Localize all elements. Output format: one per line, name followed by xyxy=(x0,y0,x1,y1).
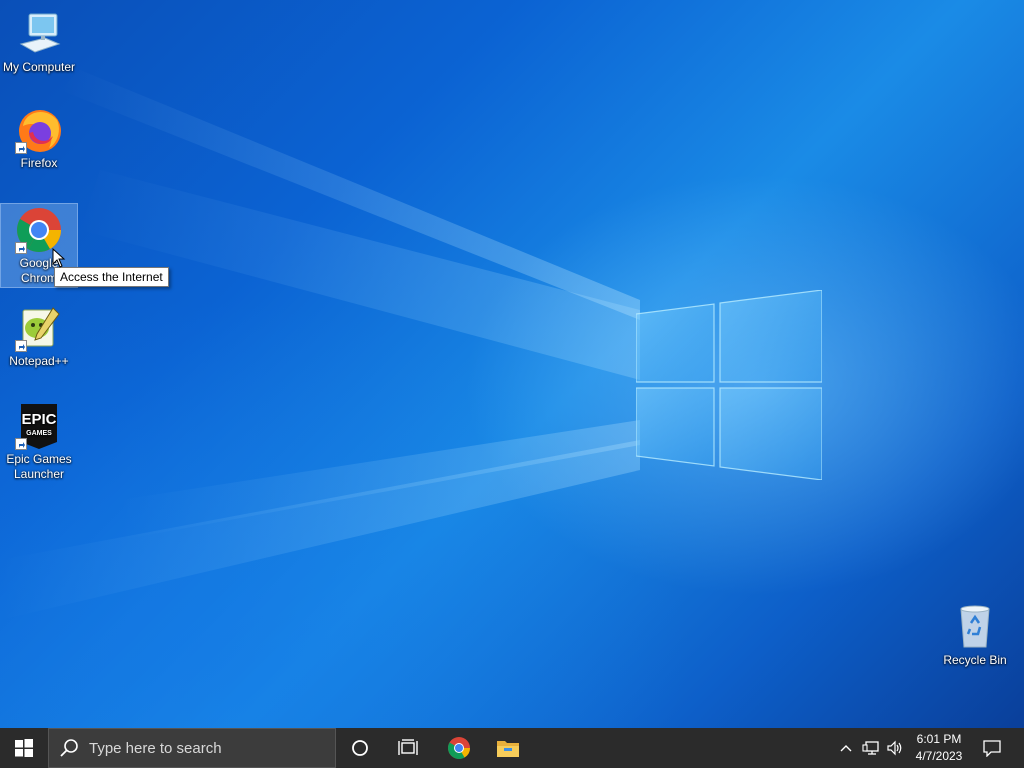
search-icon xyxy=(60,739,78,757)
desktop-icon-firefox[interactable]: Firefox xyxy=(1,106,77,171)
cortana-button[interactable] xyxy=(336,728,384,768)
desktop-icon-epic-games-launcher[interactable]: EPIC GAMES Epic Games Launcher xyxy=(1,402,77,482)
wallpaper-light-beams xyxy=(0,70,640,620)
desktop[interactable]: My Computer Firefox Google Chrom Notepad… xyxy=(0,0,1024,728)
chevron-up-icon xyxy=(840,745,852,752)
search-placeholder: Type here to search xyxy=(89,739,222,757)
icon-label: Recycle Bin xyxy=(943,653,1007,667)
chrome-icon xyxy=(448,737,470,759)
taskbar-app-chrome[interactable] xyxy=(434,728,484,768)
icon-label: Firefox xyxy=(20,156,58,170)
task-view-icon xyxy=(398,739,418,755)
desktop-icon-recycle-bin[interactable]: Recycle Bin xyxy=(937,603,1013,668)
desktop-icon-notepad-plus-plus[interactable]: Notepad++ xyxy=(1,304,77,369)
network-icon xyxy=(862,741,879,755)
task-view-button[interactable] xyxy=(384,728,432,768)
volume-icon xyxy=(887,740,902,756)
action-center-icon xyxy=(983,740,1001,757)
tray-chevron-button[interactable] xyxy=(836,728,856,768)
epic-games-icon: EPIC GAMES xyxy=(15,402,63,450)
taskbar-clock[interactable]: 6:01 PM 4/7/2023 xyxy=(908,731,970,765)
notepadpp-icon xyxy=(15,304,63,352)
firefox-icon xyxy=(15,106,63,154)
tray-volume-button[interactable] xyxy=(884,728,906,768)
shortcut-arrow-icon xyxy=(15,438,27,450)
mouse-cursor-icon xyxy=(52,248,66,268)
icon-label-line2: Launcher xyxy=(13,467,65,481)
action-center-button[interactable] xyxy=(978,728,1006,768)
clock-date: 4/7/2023 xyxy=(915,749,963,763)
icon-label: My Computer xyxy=(2,60,76,74)
epic-logo-text-top: EPIC xyxy=(21,411,56,428)
file-explorer-icon xyxy=(497,741,519,757)
shortcut-arrow-icon xyxy=(15,142,27,154)
tooltip: Access the Internet xyxy=(54,267,169,287)
windows-start-icon xyxy=(15,739,33,757)
taskbar-app-file-explorer[interactable] xyxy=(484,728,532,768)
shortcut-arrow-icon xyxy=(15,242,27,254)
windows-logo-wallpaper xyxy=(636,290,822,480)
recycle-bin-icon xyxy=(951,603,999,651)
computer-icon xyxy=(15,10,63,58)
icon-label: Notepad++ xyxy=(9,354,69,368)
desktop-icon-my-computer[interactable]: My Computer xyxy=(1,10,77,75)
taskbar: Type here to search 6:01 PM 4/7/2023 xyxy=(0,728,1024,768)
chrome-icon xyxy=(15,206,63,254)
tray-network-button[interactable] xyxy=(860,728,882,768)
epic-logo-text-bottom: GAMES xyxy=(26,430,52,437)
start-button[interactable] xyxy=(0,728,48,768)
icon-label-line1: Epic Games xyxy=(6,452,72,466)
taskbar-search-box[interactable]: Type here to search xyxy=(48,728,336,768)
clock-time: 6:01 PM xyxy=(916,732,962,746)
shortcut-arrow-icon xyxy=(15,340,27,352)
cortana-circle-icon xyxy=(352,740,368,756)
